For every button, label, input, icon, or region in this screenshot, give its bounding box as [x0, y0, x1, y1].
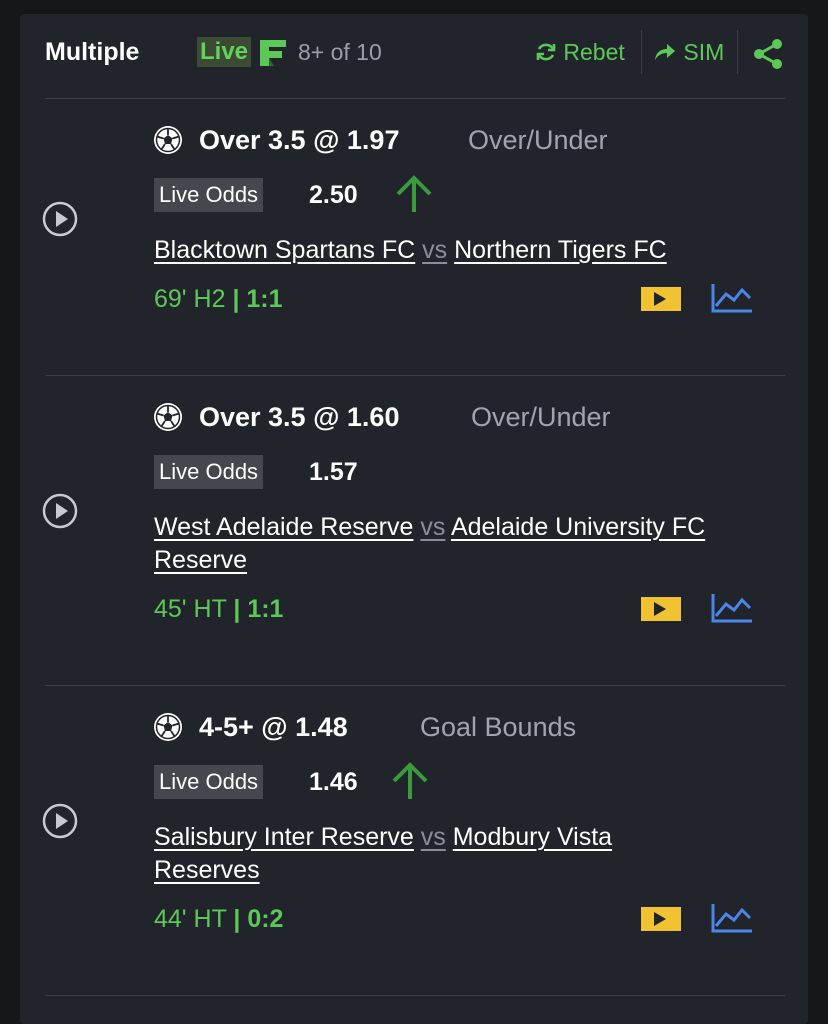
sim-forward-icon — [655, 44, 675, 60]
live-odds-badge: Live Odds — [154, 455, 264, 489]
share-icon[interactable] — [750, 36, 786, 72]
live-odds-value: 2.50 — [309, 181, 358, 209]
away-team[interactable]: Northern Tigers FC — [454, 236, 667, 264]
match-status: 45' HT | 1:1 — [154, 592, 283, 626]
live-badge: Live — [197, 37, 252, 67]
match-score: 1:1 — [247, 595, 284, 623]
soccer-ball-icon — [154, 403, 182, 431]
live-tv-icon[interactable] — [640, 596, 682, 622]
match-time: 45' HT — [154, 595, 227, 623]
market-name: Over/Under — [468, 125, 608, 155]
match-status: 69' H2 | 1:1 — [154, 282, 283, 316]
selection-name: Over 3.5 @ 1.97 — [199, 125, 400, 155]
header-separator — [737, 30, 738, 74]
market-name: Over/Under — [471, 402, 611, 432]
bet-type-title: Multiple — [45, 38, 140, 66]
live-tv-icon[interactable] — [640, 286, 682, 312]
match-score: 0:2 — [247, 905, 284, 933]
match-name[interactable]: Blacktown Spartans FC vs Northern Tigers… — [154, 234, 794, 267]
play-icon[interactable] — [42, 201, 78, 237]
brand-logo-icon — [260, 40, 286, 66]
status-separator: | — [232, 285, 240, 313]
vs-label: vs — [420, 513, 446, 541]
live-odds-badge: Live Odds — [154, 178, 264, 212]
soccer-ball-icon — [154, 713, 182, 741]
match-time: 44' HT — [154, 905, 227, 933]
stats-chart-icon[interactable] — [710, 592, 754, 624]
selection-name: 4-5+ @ 1.48 — [199, 712, 348, 742]
stats-chart-icon[interactable] — [710, 902, 754, 934]
selection-name: Over 3.5 @ 1.60 — [199, 402, 400, 432]
rebet-refresh-icon — [536, 43, 556, 61]
match-status: 44' HT | 0:2 — [154, 902, 283, 936]
home-team[interactable]: Salisbury Inter Reserve — [154, 823, 414, 851]
match-name[interactable]: West Adelaide Reserve vs Adelaide Univer… — [154, 511, 794, 577]
home-team[interactable]: Blacktown Spartans FC — [154, 236, 415, 264]
match-score: 1:1 — [246, 285, 283, 313]
rebet-label: Rebet — [563, 39, 625, 65]
match-time: 69' H2 — [154, 285, 226, 313]
live-odds-value: 1.46 — [309, 768, 358, 796]
rebet-button[interactable]: Rebet — [535, 36, 625, 68]
divider — [45, 995, 785, 996]
status-separator: | — [233, 905, 241, 933]
play-icon[interactable] — [42, 803, 78, 839]
stats-chart-icon[interactable] — [710, 282, 754, 314]
market-name: Goal Bounds — [420, 712, 577, 742]
up-arrow-icon — [396, 175, 432, 212]
sim-button[interactable]: SIM — [653, 36, 724, 68]
bet-header: Multiple Live 8+ of 10 Rebet SIM — [45, 30, 786, 76]
soccer-ball-icon — [154, 126, 182, 154]
status-separator: | — [233, 595, 241, 623]
divider — [45, 375, 785, 376]
live-odds-value: 1.57 — [309, 458, 358, 486]
live-odds-badge: Live Odds — [154, 765, 264, 799]
up-arrow-icon — [392, 762, 428, 799]
home-team[interactable]: West Adelaide Reserve — [154, 513, 413, 541]
live-tv-icon[interactable] — [640, 906, 682, 932]
legs-count: 8+ of 10 — [298, 39, 382, 65]
header-separator — [641, 30, 642, 74]
match-name[interactable]: Salisbury Inter Reserve vs Modbury Vista… — [154, 821, 654, 887]
vs-label: vs — [420, 823, 446, 851]
multi-bet-card: Multiple Live 8+ of 10 Rebet SIM Over 3.… — [20, 14, 808, 1024]
sim-label: SIM — [683, 39, 725, 65]
divider — [45, 98, 785, 99]
play-icon[interactable] — [42, 493, 78, 529]
divider — [45, 685, 785, 686]
vs-label: vs — [422, 236, 448, 264]
